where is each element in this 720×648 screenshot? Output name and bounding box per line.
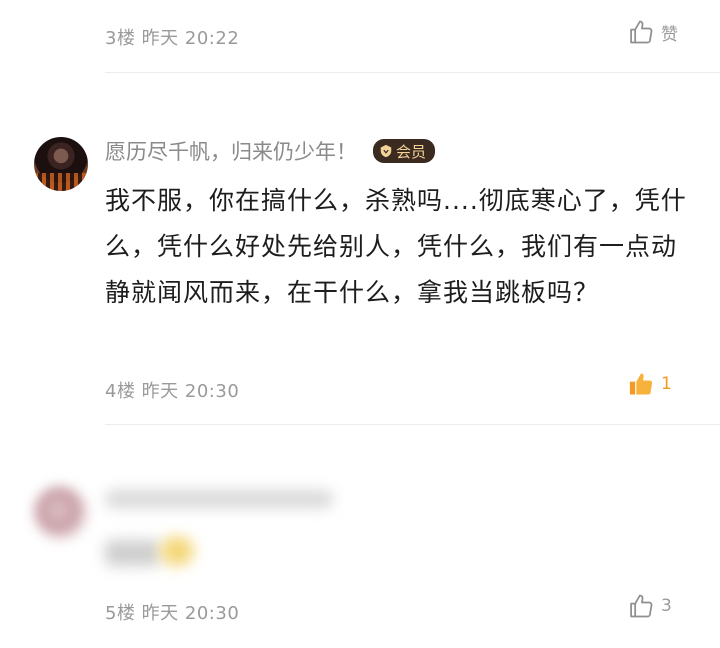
- blurred-username: [105, 490, 333, 508]
- like-button[interactable]: 1: [627, 370, 672, 398]
- like-button[interactable]: 3: [627, 592, 672, 620]
- comment-floor-time: 5楼 昨天 20:30: [105, 603, 240, 624]
- member-badge: 会员: [373, 139, 436, 163]
- avatar-blurred[interactable]: [34, 486, 88, 540]
- comment-floor-time: 3楼 昨天 20:22: [105, 28, 240, 49]
- member-badge-label: 会员: [396, 142, 427, 161]
- comment-author[interactable]: 愿历尽千帆，归来仍少年！ 会员: [105, 136, 436, 166]
- like-count: 1: [661, 374, 672, 394]
- like-button[interactable]: 赞: [627, 18, 678, 46]
- like-count: 3: [661, 596, 672, 616]
- comment-content: 我不服，你在搞什么，杀熟吗....彻底寒心了，凭什么，凭什么好处先给别人，凭什么…: [105, 186, 687, 307]
- thumbs-up-icon: [630, 20, 653, 44]
- like-label: 赞: [661, 24, 678, 45]
- thumbs-up-icon: [630, 594, 653, 618]
- member-badge-icon: [380, 144, 392, 158]
- avatar[interactable]: [34, 137, 88, 191]
- blurred-emoji: [160, 536, 194, 566]
- comment-divider: [105, 424, 720, 425]
- blurred-content: [105, 540, 160, 566]
- comment-floor-time: 4楼 昨天 20:30: [105, 381, 240, 402]
- comment-divider: [105, 72, 720, 73]
- thumbs-up-filled-icon: [629, 373, 653, 395]
- username-text: 愿历尽千帆，归来仍少年！: [105, 140, 357, 164]
